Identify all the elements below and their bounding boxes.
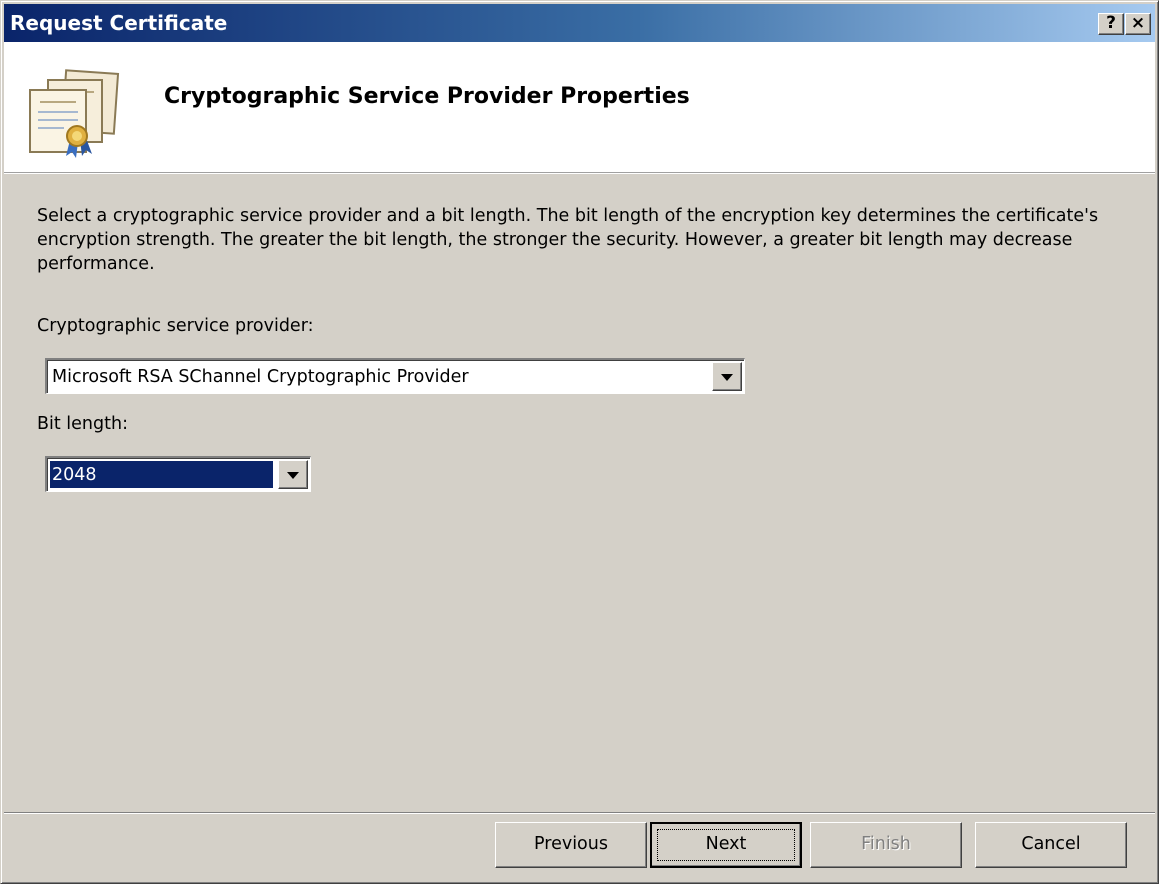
cancel-button[interactable]: Cancel	[975, 822, 1127, 868]
wizard-header: Cryptographic Service Provider Propertie…	[4, 42, 1155, 173]
focus-rectangle	[657, 829, 795, 861]
window-title: Request Certificate	[10, 11, 228, 35]
csp-select-value: Microsoft RSA SChannel Cryptographic Pro…	[52, 367, 469, 387]
chevron-down-icon[interactable]	[278, 460, 308, 489]
close-button[interactable]: ×	[1125, 13, 1151, 35]
page-title: Cryptographic Service Provider Propertie…	[164, 84, 690, 109]
bit-length-select[interactable]: 2048	[45, 456, 311, 492]
finish-button[interactable]: Finish	[810, 822, 962, 868]
bit-length-select-value: 2048	[49, 460, 274, 489]
description-text: Select a cryptographic service provider …	[37, 206, 1099, 274]
next-button[interactable]: Next	[650, 822, 802, 868]
bit-length-label: Bit length:	[37, 414, 128, 434]
footer-divider-light	[4, 813, 1155, 814]
csp-label: Cryptographic service provider:	[37, 316, 313, 336]
csp-label-text: Cryptographic service provider:	[37, 316, 314, 336]
chevron-down-icon[interactable]	[712, 362, 742, 391]
previous-button[interactable]: Previous	[495, 822, 647, 868]
request-certificate-dialog: Request Certificate ? × Cryptographic Se…	[0, 0, 1159, 884]
header-divider	[4, 173, 1155, 174]
csp-select[interactable]: Microsoft RSA SChannel Cryptographic Pro…	[45, 358, 745, 394]
bit-length-label-text: Bit length:	[37, 414, 128, 434]
certificate-icon	[29, 69, 120, 158]
help-button[interactable]: ?	[1098, 13, 1124, 35]
title-bar[interactable]: Request Certificate ? ×	[4, 4, 1155, 42]
